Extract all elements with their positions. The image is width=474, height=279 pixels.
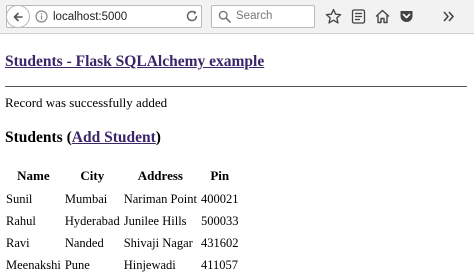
page-content: Students - Flask SQLAlchemy example Reco… xyxy=(0,34,474,279)
home-icon[interactable] xyxy=(374,8,391,25)
back-icon xyxy=(13,12,23,21)
students-table: Name City Address Pin Sunil Mumbai Narim… xyxy=(3,164,241,276)
pocket-icon[interactable] xyxy=(398,8,415,25)
table-cell: Nanded xyxy=(64,235,104,250)
table-row: Meenakshi Pune Hinjewadi 411057 xyxy=(5,254,239,276)
table-cell: 411057 xyxy=(200,257,239,272)
table-cell: Rahul xyxy=(6,213,36,228)
table-cell: 500033 xyxy=(200,213,239,228)
reload-icon[interactable] xyxy=(185,9,199,23)
table-cell: Junilee Hills xyxy=(123,213,187,228)
column-header: Pin xyxy=(210,168,230,183)
flash-message: Record was successfully added xyxy=(5,95,168,110)
table-cell: Nariman Point xyxy=(123,191,197,206)
table-row: Rahul Hyderabad Junilee Hills 500033 xyxy=(5,210,239,232)
section-title: Students xyxy=(5,129,63,146)
search-input[interactable] xyxy=(236,8,310,24)
search-icon xyxy=(218,10,231,23)
back-button[interactable] xyxy=(6,5,30,28)
section-heading: Students (Add Student) xyxy=(5,129,161,147)
reading-list-icon[interactable] xyxy=(350,8,367,25)
table-cell: 431602 xyxy=(200,235,239,250)
table-cell: Pune xyxy=(64,257,90,272)
column-header: Name xyxy=(17,168,50,183)
table-cell: Mumbai xyxy=(64,191,108,206)
table-row: Sunil Mumbai Nariman Point 400021 xyxy=(5,188,239,210)
overflow-icon[interactable] xyxy=(440,8,457,25)
table-header-row: Name City Address Pin xyxy=(5,164,239,188)
table-cell: Ravi xyxy=(6,235,30,250)
address-bar[interactable]: localhost:5000 xyxy=(6,5,202,28)
page-title-link[interactable]: Students - Flask SQLAlchemy example xyxy=(5,53,264,71)
table-cell: 400021 xyxy=(200,191,239,206)
table-cell: Sunil xyxy=(6,191,33,206)
search-bar[interactable] xyxy=(211,5,315,28)
browser-toolbar: localhost:5000 xyxy=(0,0,474,34)
table-row: Ravi Nanded Shivaji Nagar 431602 xyxy=(5,232,239,254)
column-header: City xyxy=(80,168,105,183)
bookmark-star-icon[interactable] xyxy=(325,8,342,25)
info-icon[interactable] xyxy=(35,10,48,23)
column-header: Address xyxy=(137,168,183,183)
paren-close: ) xyxy=(155,129,161,146)
url-text[interactable]: localhost:5000 xyxy=(53,9,127,25)
add-student-link[interactable]: Add Student xyxy=(72,129,156,146)
table-cell: Hinjewadi xyxy=(123,257,176,272)
table-cell: Meenakshi xyxy=(6,257,61,272)
divider xyxy=(5,86,467,87)
table-cell: Hyderabad xyxy=(64,213,120,228)
table-cell: Shivaji Nagar xyxy=(123,235,193,250)
